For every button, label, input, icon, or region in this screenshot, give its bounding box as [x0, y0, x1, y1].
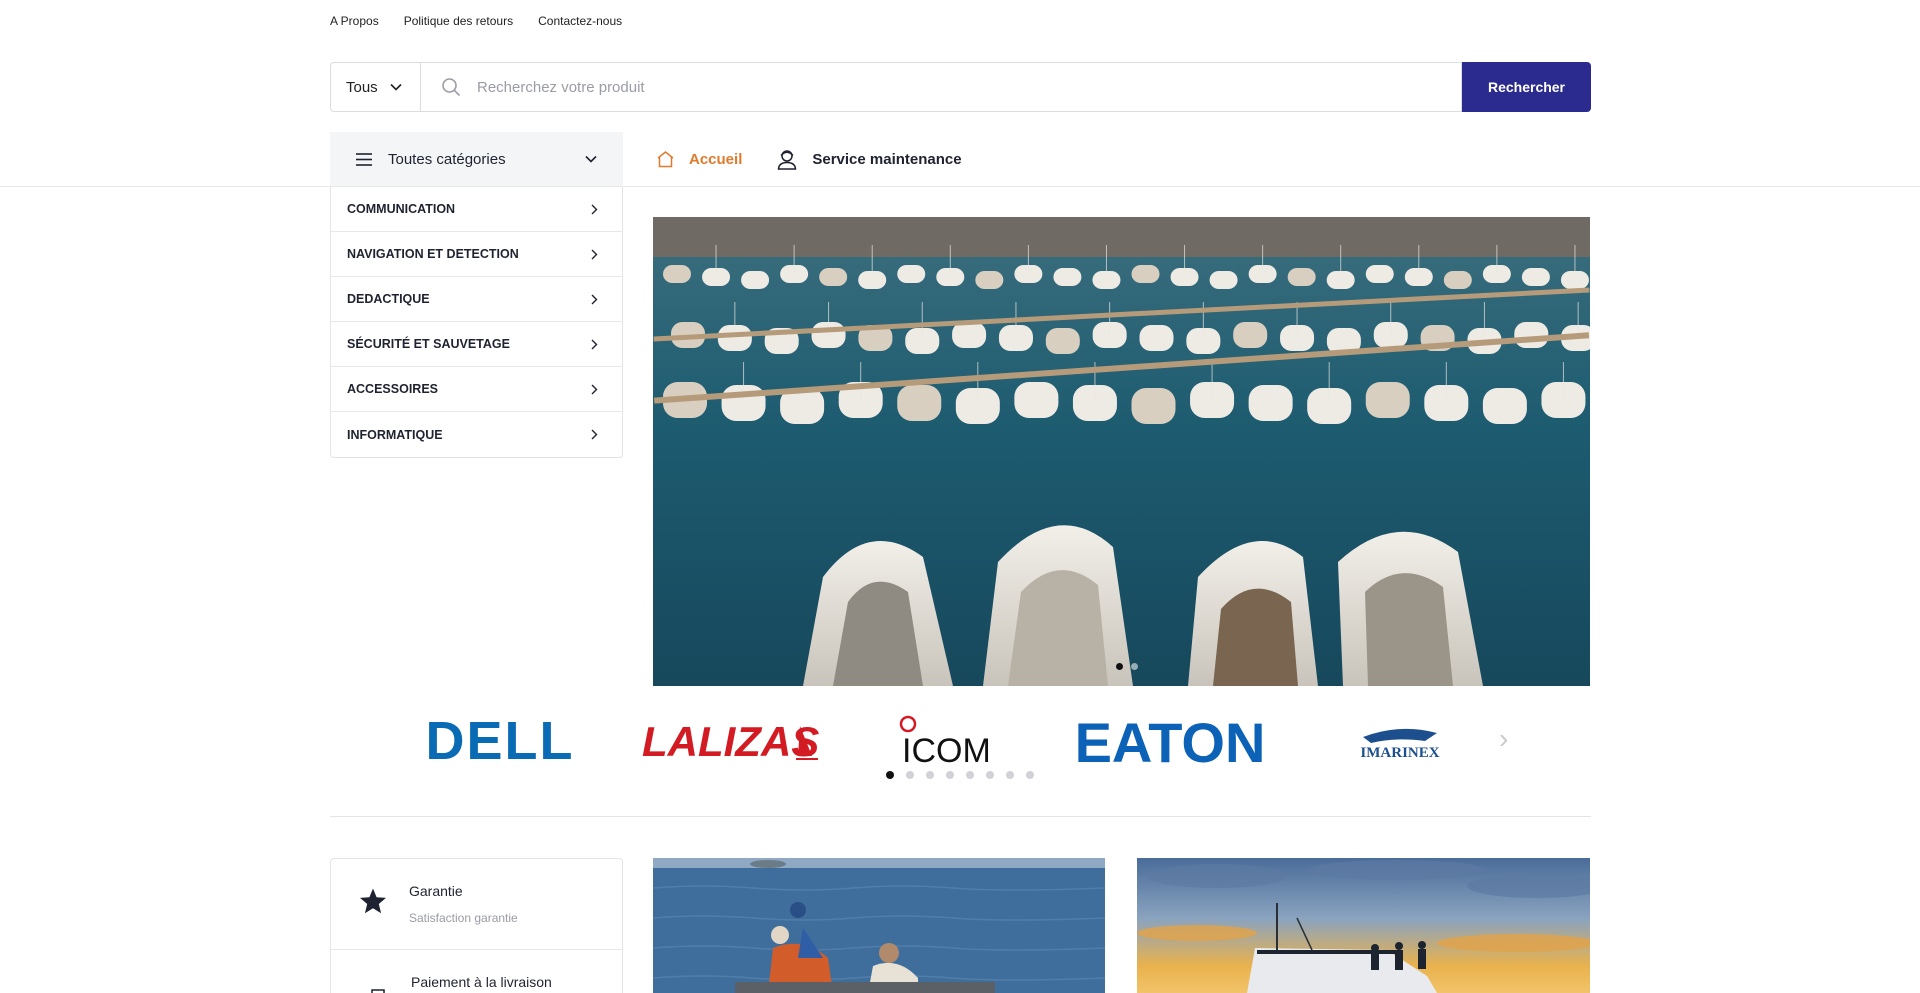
feature-item-guarantee: Garantie Satisfaction garantie — [331, 859, 622, 950]
brand-page-dot-7[interactable] — [1006, 771, 1014, 779]
chevron-down-icon — [390, 83, 402, 91]
promo-banner-sunset-boat[interactable] — [1137, 858, 1590, 993]
delivery-payment-icon — [371, 989, 385, 993]
category-label: SÉCURITÉ ET SAUVETAGE — [347, 337, 510, 351]
category-label: INFORMATIQUE — [347, 427, 443, 442]
category-label: COMMUNICATION — [347, 202, 456, 216]
category-item-securite[interactable]: SÉCURITÉ ET SAUVETAGE — [331, 322, 622, 367]
promo-sunset-boat-image — [1137, 858, 1590, 993]
brand-logo-lalizas-text: LALIZAS — [642, 718, 819, 765]
chevron-right-icon — [591, 339, 598, 349]
brand-carousel: DELL LALIZAS ICOM EATON IMARINEX › — [395, 705, 1520, 775]
brand-logo-lalizas[interactable]: LALIZAS — [640, 714, 830, 766]
category-item-navigation[interactable]: NAVIGATION ET DETECTION — [331, 232, 622, 277]
promo-fishermen-image — [653, 858, 1105, 993]
brand-logo-imarinex-text: IMARINEX — [1360, 745, 1439, 761]
feature-title: Garantie — [409, 883, 463, 899]
section-divider — [330, 816, 1591, 817]
category-label: DEDACTIQUE — [347, 292, 430, 306]
all-categories-button[interactable]: Toutes catégories — [330, 132, 623, 186]
brand-logo-imarinex[interactable]: IMARINEX — [1345, 715, 1455, 765]
search-scope-dropdown[interactable]: Tous — [330, 62, 420, 112]
brand-page-dot-2[interactable] — [906, 771, 914, 779]
brand-carousel-dots — [886, 771, 1034, 779]
link-about[interactable]: A Propos — [330, 14, 379, 28]
search-icon — [442, 78, 461, 97]
link-returns-policy[interactable]: Politique des retours — [404, 14, 513, 28]
category-item-informatique[interactable]: INFORMATIQUE — [331, 412, 622, 457]
brand-page-dot-4[interactable] — [946, 771, 954, 779]
feature-title: Paiement à la livraison — [411, 974, 552, 990]
hero-marina-image — [653, 217, 1590, 686]
hero-banner[interactable] — [653, 217, 1590, 686]
hero-slider-dots — [1116, 663, 1138, 670]
brand-logo-eaton-text: EATON — [1075, 712, 1266, 768]
category-item-dedactique[interactable]: DEDACTIQUE — [331, 277, 622, 322]
link-contact[interactable]: Contactez-nous — [538, 14, 622, 28]
search-input[interactable] — [477, 78, 1377, 96]
brand-page-dot-5[interactable] — [966, 771, 974, 779]
feature-list: Garantie Satisfaction garantie Paiement … — [330, 858, 623, 993]
category-item-accessoires[interactable]: ACCESSOIRES — [331, 367, 622, 412]
feature-subtitle: Satisfaction garantie — [409, 911, 518, 925]
brand-page-dot-6[interactable] — [986, 771, 994, 779]
chevron-right-icon — [591, 204, 598, 214]
brand-page-dot-8[interactable] — [1026, 771, 1034, 779]
nav-home-label: Accueil — [689, 150, 743, 168]
hero-slide-dot-2[interactable] — [1131, 663, 1138, 670]
category-label: ACCESSOIRES — [347, 382, 438, 396]
chevron-right-icon — [591, 429, 598, 440]
brand-logo-icom-text: ICOM — [902, 732, 991, 768]
search-button[interactable]: Rechercher — [1462, 62, 1591, 112]
promo-banner-fishermen[interactable] — [653, 858, 1105, 993]
category-list: COMMUNICATION NAVIGATION ET DETECTION DE… — [330, 187, 623, 458]
home-icon — [657, 151, 674, 168]
chevron-right-icon — [591, 294, 598, 304]
category-label: NAVIGATION ET DETECTION — [347, 247, 519, 261]
technician-icon — [778, 150, 797, 170]
search-field — [420, 62, 1462, 112]
brand-page-dot-3[interactable] — [926, 771, 934, 779]
main-nav: Accueil Service maintenance — [656, 132, 962, 186]
chevron-right-icon — [591, 249, 598, 259]
carousel-next-arrow[interactable]: › — [1499, 723, 1508, 755]
menu-icon — [356, 152, 372, 166]
all-categories-label: Toutes catégories — [388, 150, 506, 168]
nav-home[interactable]: Accueil — [656, 150, 742, 168]
brand-page-dot-1[interactable] — [886, 771, 894, 779]
search-scope-value: Tous — [346, 78, 378, 96]
brand-logo-icom[interactable]: ICOM — [890, 712, 1020, 768]
hero-slide-dot-1[interactable] — [1116, 663, 1123, 670]
nav-maintenance[interactable]: Service maintenance — [776, 148, 962, 170]
search-bar: Tous Rechercher — [330, 62, 1591, 112]
chevron-down-icon — [585, 155, 597, 163]
feature-item-cod: Paiement à la livraison — [331, 950, 622, 993]
star-icon — [360, 888, 386, 914]
category-item-communication[interactable]: COMMUNICATION — [331, 187, 622, 232]
brand-logo-dell-text: DELL — [426, 714, 575, 766]
nav-maintenance-label: Service maintenance — [812, 150, 962, 168]
nav-divider — [0, 186, 1920, 187]
brand-logo-dell[interactable]: DELL — [395, 714, 605, 766]
top-links: A Propos Politique des retours Contactez… — [330, 14, 622, 28]
chevron-right-icon — [591, 384, 598, 394]
brand-logo-eaton[interactable]: EATON — [1055, 712, 1285, 768]
